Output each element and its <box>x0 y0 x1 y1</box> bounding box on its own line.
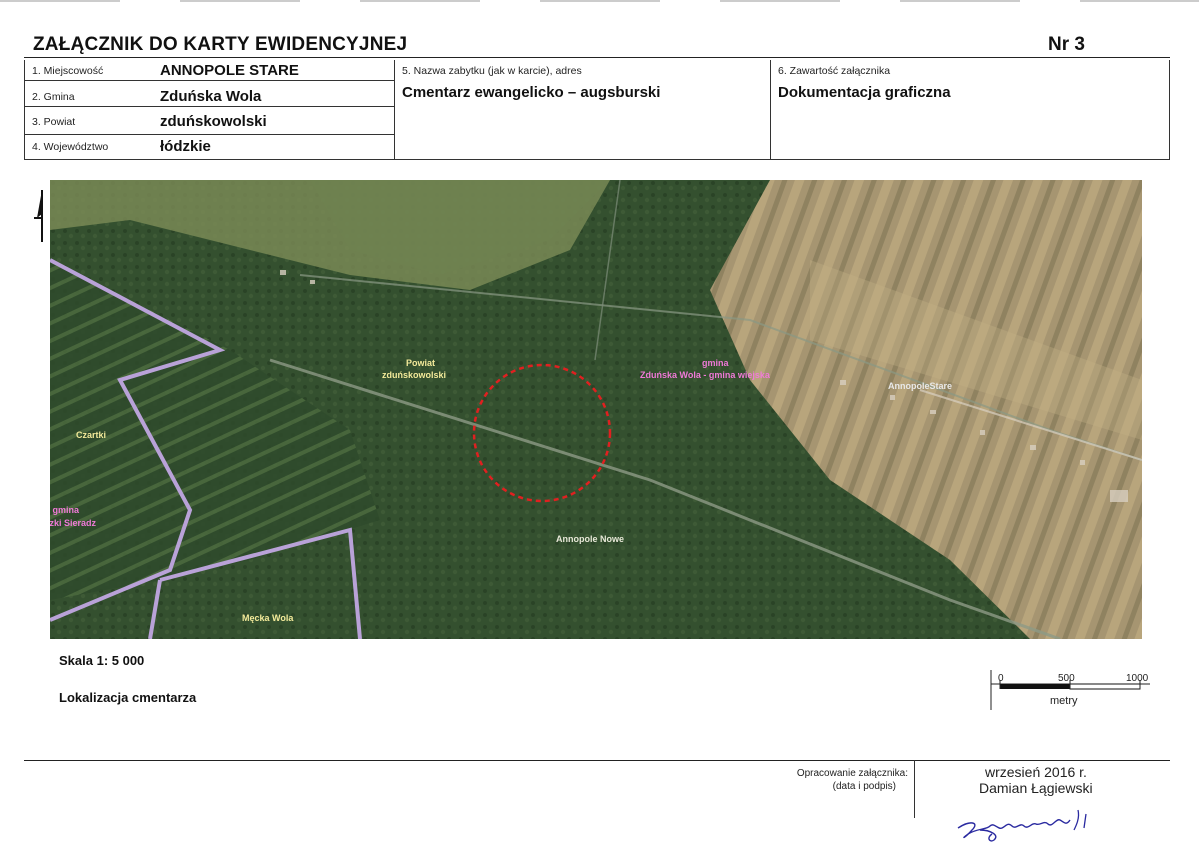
powiat-value: zduńskowolski <box>160 113 267 130</box>
handwritten-signature <box>957 809 1087 842</box>
zawartosc-label: 6. Zawartość załącznika <box>778 65 891 77</box>
scale-bar: 0 500 1000 metry <box>990 670 1150 710</box>
wojewodztwo-label: 4. Województwo <box>32 141 109 153</box>
document-title: ZAŁĄCZNIK DO KARTY EWIDENCYJNEJ <box>33 34 408 55</box>
attachment-number: Nr 3 <box>1048 34 1085 55</box>
map-label-annopole-nowe: Annopole Nowe <box>556 534 624 544</box>
prepared-by-label: Opracowanie załącznika: <box>796 768 908 779</box>
aerial-map: Powiat zduńskowolski gmina Zduńska Wola … <box>50 180 1142 639</box>
miejscowosc-value: ANNOPOLE STARE <box>160 62 299 79</box>
scale-bar-500: 500 <box>1058 673 1075 684</box>
scale-bar-1000: 1000 <box>1126 673 1149 684</box>
date-signature-label: (data i podpis) <box>832 781 896 792</box>
page-top-edge <box>0 0 1199 2</box>
map-label-czartki: Czartki <box>76 430 106 440</box>
prepared-date: wrzesień 2016 r. <box>985 764 1087 780</box>
powiat-label: 3. Powiat <box>32 116 76 128</box>
map-label-annopole-stare: AnnopoleStare <box>888 381 952 391</box>
nazwa-value: Cmentarz ewangelicko – augsburski <box>402 84 661 101</box>
map-label-powiat-name: zduńskowolski <box>382 370 446 380</box>
wojewodztwo-value: łódzkie <box>160 138 211 155</box>
footer-separator <box>914 760 915 818</box>
author-name: Damian Łągiewski <box>979 780 1093 796</box>
info-table: 1. Miejscowość ANNOPOLE STARE 2. Gmina Z… <box>24 60 1170 160</box>
scale-bar-0: 0 <box>998 673 1004 684</box>
map-label-gmina-sieradz-2: dzki Sieradz <box>50 518 97 528</box>
gmina-label: 2. Gmina <box>32 91 75 103</box>
gmina-value: Zduńska Wola <box>160 88 262 105</box>
map-label-powiat: Powiat <box>406 358 435 368</box>
footer-divider <box>24 760 1170 761</box>
location-caption: Lokalizacja cmentarza <box>59 690 197 705</box>
map-label-gmina-sieradz-1: at gmina <box>50 505 80 515</box>
map-label-gmina: gmina <box>702 358 729 368</box>
map-label-mecka-wola: Męcka Wola <box>242 613 294 623</box>
aerial-map-image: Powiat zduńskowolski gmina Zduńska Wola … <box>50 180 1142 639</box>
map-label-gmina-name: Zduńska Wola - gmina wiejska <box>640 370 771 380</box>
title-divider <box>24 57 1170 58</box>
miejscowosc-label: 1. Miejscowość <box>32 65 104 77</box>
nazwa-label: 5. Nazwa zabytku (jak w karcie), adres <box>402 65 582 77</box>
north-arrow-icon <box>34 190 43 242</box>
scale-text: Skala 1: 5 000 <box>59 653 145 668</box>
zawartosc-value: Dokumentacja graficzna <box>778 84 951 101</box>
scale-bar-unit: metry <box>1050 695 1078 707</box>
